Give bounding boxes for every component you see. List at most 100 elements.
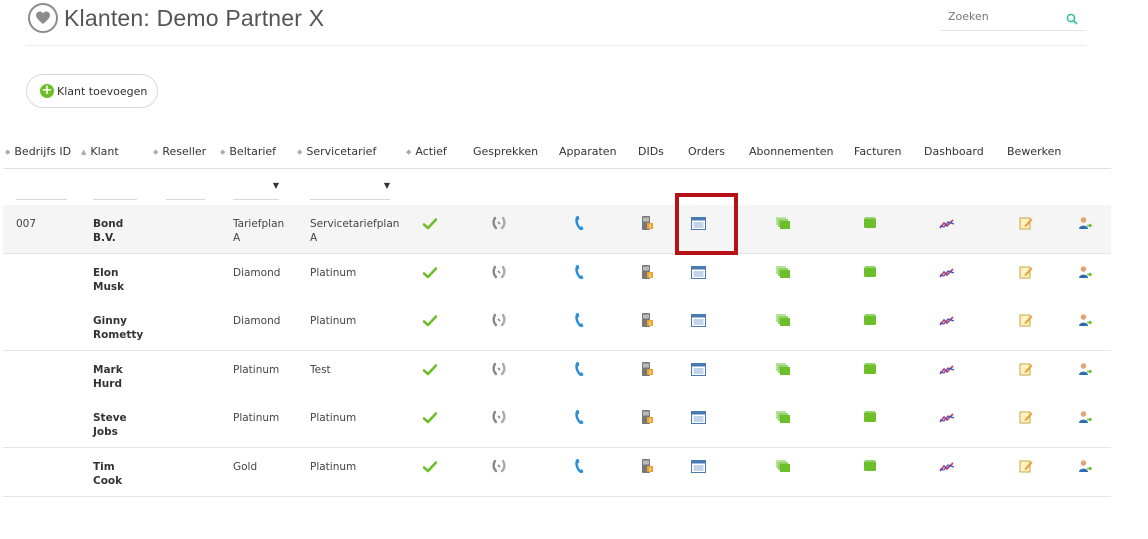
filter-reseller[interactable] <box>166 199 205 200</box>
edit-icon[interactable] <box>1019 312 1035 328</box>
orders-icon[interactable] <box>691 458 707 474</box>
phone-icon[interactable] <box>574 458 590 474</box>
chevron-down-icon: ▼ <box>383 181 390 190</box>
subscriptions-icon[interactable] <box>775 458 791 474</box>
col-beltarief[interactable]: ◆ Beltarief <box>220 145 276 158</box>
subscriptions-icon[interactable] <box>775 264 791 280</box>
device-icon[interactable]: X <box>640 409 656 425</box>
check-icon <box>422 215 439 231</box>
edit-icon[interactable] <box>1019 458 1035 474</box>
subscriptions-icon[interactable] <box>775 312 791 328</box>
add-client-button[interactable]: + Klant toevoegen <box>26 74 158 108</box>
filter-bedrijfs-id[interactable] <box>16 199 67 200</box>
col-actief[interactable]: ◆ Actief <box>406 145 447 158</box>
col-klant[interactable]: ▲ Klant <box>81 145 119 158</box>
sort-asc-icon: ▲ <box>81 148 87 156</box>
klant-cell: Elon Musk <box>93 266 153 294</box>
search-box[interactable] <box>940 4 1086 31</box>
invoices-icon[interactable] <box>863 458 879 474</box>
table-row[interactable]: Steve Jobs Platinum Platinum X <box>3 399 1111 449</box>
invoices-icon[interactable] <box>863 361 879 377</box>
subscriptions-icon[interactable] <box>775 409 791 425</box>
device-icon[interactable]: X <box>640 215 656 231</box>
table-row[interactable]: Tim Cook Gold Platinum X <box>3 448 1111 497</box>
sort-icon: ◆ <box>153 148 159 156</box>
edit-icon[interactable] <box>1019 215 1035 231</box>
calls-icon[interactable] <box>492 361 508 377</box>
check-icon <box>422 361 439 377</box>
klant-cell-line: B.V. <box>93 232 116 244</box>
search-input[interactable] <box>940 4 1060 28</box>
user-switch-icon[interactable] <box>1078 264 1094 280</box>
edit-icon[interactable] <box>1019 409 1035 425</box>
orders-icon[interactable] <box>691 361 707 377</box>
phone-icon[interactable] <box>574 264 590 280</box>
table-row[interactable]: Elon Musk Diamond Platinum X <box>3 253 1111 303</box>
user-switch-icon[interactable] <box>1078 409 1094 425</box>
user-switch-icon[interactable] <box>1078 312 1094 328</box>
plus-circle-icon: + <box>40 83 54 98</box>
phone-icon[interactable] <box>574 312 590 328</box>
invoices-icon[interactable] <box>863 409 879 425</box>
orders-icon[interactable] <box>691 264 707 280</box>
dashboard-icon[interactable] <box>939 264 955 280</box>
klant-cell-line: Hurd <box>93 377 122 390</box>
servicetarief-cell: Platinum <box>310 314 406 328</box>
dashboard-icon[interactable] <box>939 409 955 425</box>
filter-servicetarief-select[interactable]: ▼ <box>310 181 390 200</box>
device-icon[interactable]: X <box>640 264 656 280</box>
filter-beltarief-select[interactable]: ▼ <box>233 181 279 200</box>
beltarief-cell-line: Tariefplan <box>233 218 285 230</box>
invoices-icon[interactable] <box>863 312 879 328</box>
col-servicetarief[interactable]: ◆ Servicetarief <box>297 145 376 158</box>
klant-cell: Bond B.V. <box>93 217 153 245</box>
phone-icon[interactable] <box>574 361 590 377</box>
device-icon[interactable]: X <box>640 361 656 377</box>
dashboard-icon[interactable] <box>939 215 955 231</box>
filter-klant[interactable] <box>93 199 137 200</box>
user-switch-icon[interactable] <box>1078 458 1094 474</box>
calls-icon[interactable] <box>492 409 508 425</box>
dashboard-icon[interactable] <box>939 458 955 474</box>
col-dashboard: Dashboard <box>924 145 984 158</box>
orders-icon[interactable] <box>691 312 707 328</box>
search-icon[interactable] <box>1066 10 1078 29</box>
calls-icon[interactable] <box>492 458 508 474</box>
servicetarief-cell-line: Platinum <box>310 315 357 328</box>
edit-icon[interactable] <box>1019 264 1035 280</box>
dashboard-icon[interactable] <box>939 361 955 377</box>
beltarief-cell: Gold <box>233 460 295 474</box>
dashboard-icon[interactable] <box>939 312 955 328</box>
calls-icon[interactable] <box>492 264 508 280</box>
table-row[interactable]: Ginny Rometty Diamond Platinum X <box>3 302 1111 352</box>
beltarief-cell-line: Diamond <box>233 266 281 279</box>
beltarief-cell-line: Platinum <box>233 363 280 376</box>
subscriptions-icon[interactable] <box>775 215 791 231</box>
calls-icon[interactable] <box>492 312 508 328</box>
device-icon[interactable]: X <box>640 458 656 474</box>
phone-icon[interactable] <box>574 215 590 231</box>
col-bedrijfs-id[interactable]: ◆ Bedrijfs ID <box>5 145 71 158</box>
edit-icon[interactable] <box>1019 361 1035 377</box>
orders-icon[interactable] <box>691 215 707 231</box>
klant-cell: Ginny Rometty <box>93 314 153 342</box>
klant-cell: Steve Jobs <box>93 411 153 439</box>
col-reseller[interactable]: ◆ Reseller <box>153 145 206 158</box>
user-switch-icon[interactable] <box>1078 215 1094 231</box>
table-row[interactable]: Mark Hurd Platinum Test X <box>3 350 1111 400</box>
device-icon[interactable]: X <box>640 312 656 328</box>
invoices-icon[interactable] <box>863 264 879 280</box>
servicetarief-cell: Servicetariefplan A <box>310 217 406 245</box>
calls-icon[interactable] <box>492 215 508 231</box>
orders-icon[interactable] <box>691 409 707 425</box>
user-switch-icon[interactable] <box>1078 361 1094 377</box>
invoices-icon[interactable] <box>863 215 879 231</box>
klant-cell-line: Steve <box>93 412 127 425</box>
table-row[interactable]: 007 Bond B.V. Tariefplan A Servicetariefplan A… <box>3 205 1111 254</box>
beltarief-cell: Diamond <box>233 266 295 280</box>
phone-icon[interactable] <box>574 409 590 425</box>
beltarief-cell-line: A <box>233 232 241 244</box>
heart-icon <box>28 3 58 33</box>
subscriptions-icon[interactable] <box>775 361 791 377</box>
klant-cell-line: Musk <box>93 280 125 293</box>
